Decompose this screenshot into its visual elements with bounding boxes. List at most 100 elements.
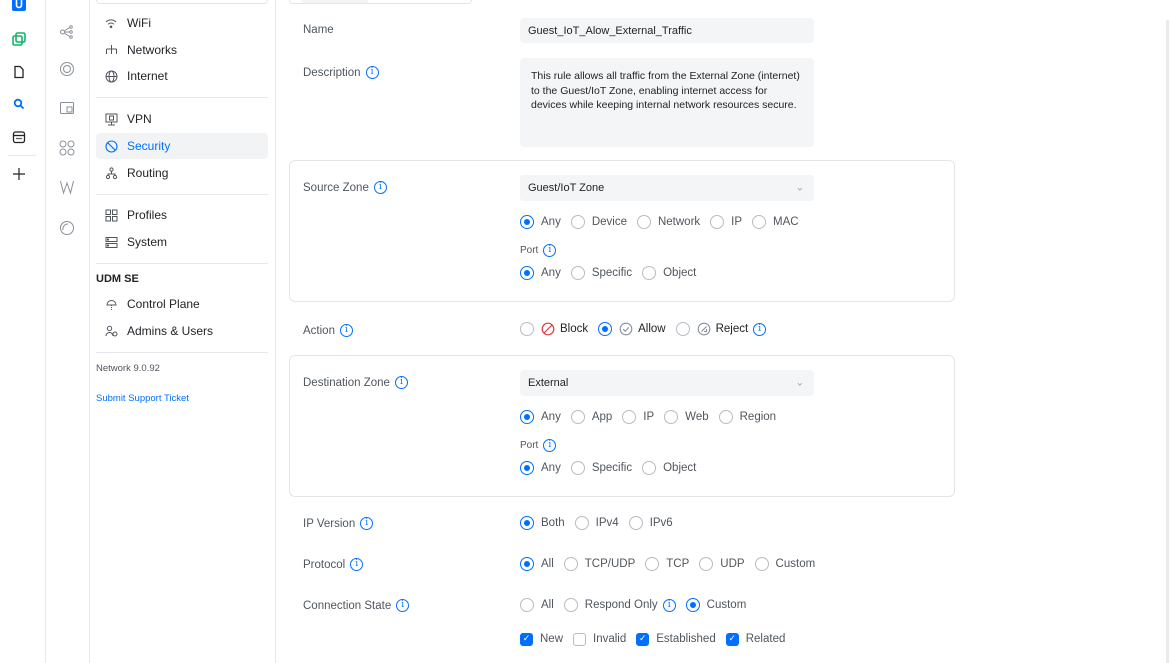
source-port-object[interactable]: Object [642,266,696,280]
info-icon[interactable]: i [350,558,364,571]
nav-item-vpn[interactable]: VPN [96,106,268,132]
info-icon[interactable]: i [365,66,379,79]
destination-port-any[interactable]: Any [520,461,561,475]
protocol-tcp[interactable]: TCP [645,557,689,571]
nav-item-profiles[interactable]: Profiles [96,202,268,228]
radio-icon [645,557,660,571]
description-field[interactable]: This rule allows all traffic from the Ex… [520,58,814,147]
radio-icon [570,410,585,424]
source-option-ip[interactable]: IP [710,215,742,229]
source-zone-select[interactable]: Guest/IoT Zone ⌄ [520,175,814,201]
nav-divider [96,352,268,353]
info-icon[interactable]: i [543,439,557,452]
clients-icon[interactable] [58,139,76,157]
nav-item-system[interactable]: System [96,229,268,255]
search-icon[interactable] [11,96,27,112]
destination-port-object[interactable]: Object [642,461,696,475]
destination-option-app[interactable]: App [570,410,612,424]
checkbox-invalid[interactable]: Invalid [573,632,626,646]
nav-item-wifi[interactable]: WiFi [96,10,268,36]
protocol-label: Protocol i [303,558,364,571]
control-plane-icon [104,297,118,311]
info-icon[interactable]: i [373,181,387,194]
info-icon[interactable]: i [360,517,374,530]
info-icon[interactable]: i [662,598,676,612]
info-icon[interactable]: i [543,244,557,257]
destination-zone-select[interactable]: External ⌄ [520,370,814,396]
name-label: Name [303,24,334,36]
source-option-any[interactable]: Any [520,215,561,229]
source-port-options: Any Specific Object [520,265,706,281]
protocol-all[interactable]: All [520,557,554,571]
nav-item-security[interactable]: Security [96,133,268,159]
shield-icon [104,139,118,153]
nav-item-routing[interactable]: Routing [96,160,268,186]
settings-nav: WiFi Networks Internet VPN Security Rout… [90,0,276,663]
destination-option-ip[interactable]: IP [622,410,654,424]
description-label: Description i [303,66,379,79]
devices-icon[interactable] [58,99,76,117]
protocol-options: All TCP/UDP TCP UDP Custom [520,556,825,572]
radio-icon[interactable] [58,219,76,237]
checkbox-checked-icon [520,632,533,646]
source-port-specific[interactable]: Specific [570,266,632,280]
ip-version-ipv6[interactable]: IPv6 [628,516,673,530]
nav-item-internet[interactable]: Internet [96,63,268,89]
nav-item-admins-users[interactable]: Admins & Users [96,318,268,344]
action-option-reject[interactable]: Reject i [675,322,767,336]
radio-icon [570,266,585,280]
target-icon[interactable] [58,60,76,78]
checkbox-established[interactable]: Established [636,632,716,646]
destination-option-region[interactable]: Region [718,410,776,424]
scrollbar[interactable] [1166,20,1169,663]
nav-item-control-plane[interactable]: Control Plane [96,291,268,317]
topology-icon[interactable] [58,23,76,41]
protocol-udp[interactable]: UDP [699,557,745,571]
document-icon[interactable] [11,64,27,80]
nav-label: Admins & Users [127,324,214,338]
source-port-any[interactable]: Any [520,266,561,280]
destination-option-any[interactable]: Any [520,410,561,424]
protocol-tcp-udp[interactable]: TCP/UDP [563,557,635,571]
info-icon[interactable]: i [394,376,408,389]
unifi-logo-icon[interactable] [11,0,27,12]
action-option-block[interactable]: Block [520,322,588,336]
system-icon [104,235,118,249]
destination-port-specific[interactable]: Specific [570,461,632,475]
connection-state-custom[interactable]: Custom [685,598,746,612]
radio-icon [563,557,578,571]
nav-label: System [127,235,168,249]
ip-version-both[interactable]: Both [520,516,565,530]
radio-icon [520,598,534,612]
source-option-mac[interactable]: MAC [752,215,799,229]
source-option-device[interactable]: Device [570,215,627,229]
apps-icon[interactable] [11,31,27,47]
ip-version-ipv4[interactable]: IPv4 [574,516,619,530]
info-icon[interactable]: i [339,324,353,337]
protocol-custom[interactable]: Custom [754,557,815,571]
info-icon[interactable]: i [753,322,767,336]
nav-item-networks[interactable]: Networks [96,37,268,63]
checkbox-related[interactable]: Related [725,632,785,646]
destination-option-web[interactable]: Web [664,410,709,424]
allow-icon [619,322,633,336]
version-text: Network 9.0.92 [96,363,160,374]
calendar-icon[interactable] [11,129,27,145]
insights-icon[interactable] [58,178,76,196]
plus-icon[interactable] [11,166,27,182]
nav-divider [96,263,268,264]
info-icon[interactable]: i [396,599,410,612]
destination-port-options: Any Specific Object [520,460,706,476]
name-field[interactable]: Guest_IoT_Alow_External_Traffic [520,18,814,43]
top-tab-active[interactable] [302,0,368,3]
connection-state-respond-only[interactable]: Respond Only i [563,598,676,612]
source-option-network[interactable]: Network [636,215,700,229]
nav-label: Networks [127,43,178,57]
action-option-allow[interactable]: Allow [598,322,666,336]
radio-icon [570,215,585,229]
radio-icon [520,516,534,530]
connection-state-all[interactable]: All [520,598,554,612]
checkbox-new[interactable]: New [520,632,563,646]
submit-support-ticket-link[interactable]: Submit Support Ticket [96,393,189,404]
chevron-down-icon: ⌄ [795,182,804,194]
